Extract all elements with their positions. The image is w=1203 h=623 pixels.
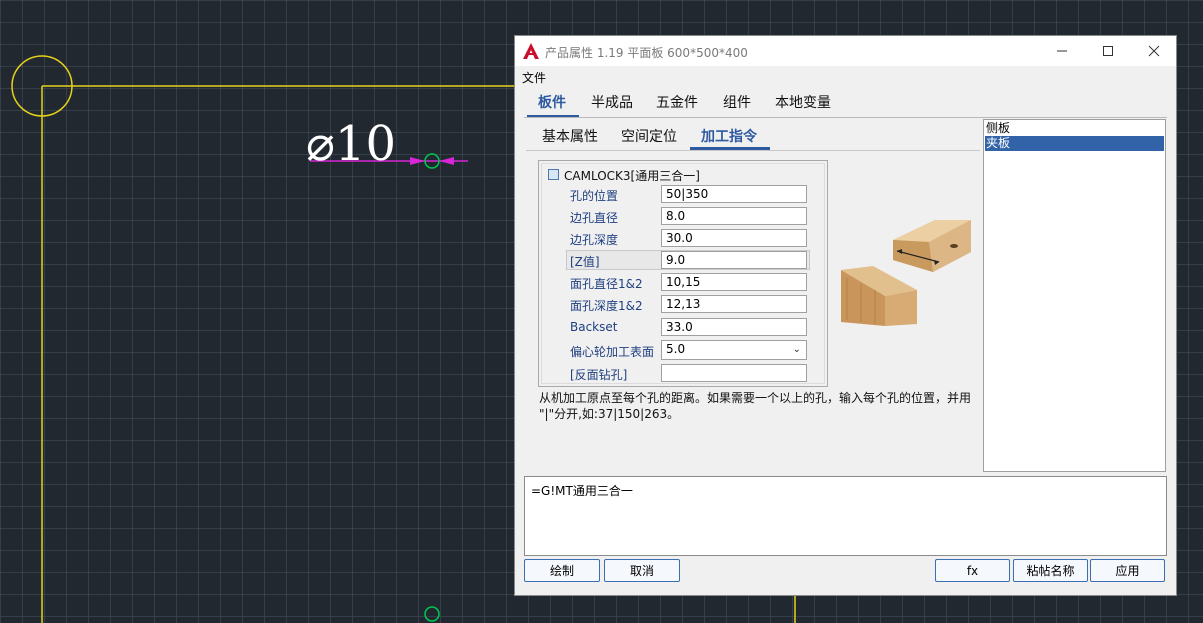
property-row: 偏心轮加工表面 5.0 ⌄ <box>542 340 826 362</box>
property-label: 孔的位置 <box>570 189 619 203</box>
menu-bar: 文件 <box>515 66 1176 88</box>
panel-list[interactable]: 侧板 夹板 <box>983 119 1166 472</box>
tab-divider <box>524 117 1167 118</box>
chevron-down-icon: ⌄ <box>792 344 801 355</box>
tab-panel[interactable]: 板件 <box>538 92 566 112</box>
property-row: 边孔深度 30.0 <box>542 228 826 250</box>
property-grid: CAMLOCK3[通用三合一] 孔的位置 50|350 边孔直径 8.0 边孔深… <box>538 160 828 387</box>
property-row: 面孔深度1&2 12,13 <box>542 294 826 316</box>
minimize-icon <box>1057 50 1067 52</box>
cancel-button[interactable]: 取消 <box>604 559 680 582</box>
group-checkbox[interactable] <box>548 169 559 180</box>
close-button[interactable] <box>1131 36 1177 66</box>
property-label: Backset <box>570 320 618 334</box>
property-group-title: CAMLOCK3[通用三合一] <box>564 169 700 183</box>
tab-assembly[interactable]: 组件 <box>723 92 751 112</box>
title-bar[interactable]: 产品属性 1.19 平面板 600*500*400 <box>515 36 1176 66</box>
property-value-face-hole-depth[interactable]: 12,13 <box>661 295 807 313</box>
property-hint: 从机加工原点至每个孔的距离。如果需要一个以上的孔，输入每个孔的位置，并用 "|"… <box>539 391 972 421</box>
property-label: 偏心轮加工表面 <box>570 345 655 359</box>
tab-local-variables[interactable]: 本地变量 <box>775 92 831 112</box>
property-label: 面孔深度1&2 <box>570 299 643 313</box>
property-value-face-hole-diameter[interactable]: 10,15 <box>661 273 807 291</box>
subtab-spatial-positioning[interactable]: 空间定位 <box>621 126 677 146</box>
property-row: 面孔直径1&2 10,15 <box>542 272 826 294</box>
tab-hardware[interactable]: 五金件 <box>656 92 698 112</box>
product-properties-dialog: 产品属性 1.19 平面板 600*500*400 文件 板件 半成品 五金件 … <box>514 35 1177 596</box>
property-grid-inner: CAMLOCK3[通用三合一] 孔的位置 50|350 边孔直径 8.0 边孔深… <box>541 163 825 384</box>
dropdown-value: 5.0 <box>666 342 686 356</box>
window-title: 产品属性 1.19 平面板 600*500*400 <box>545 46 748 60</box>
property-label: [反面钻孔] <box>570 368 628 382</box>
property-row: 孔的位置 50|350 <box>542 184 826 206</box>
property-value-backset[interactable]: 33.0 <box>661 318 807 336</box>
fx-button[interactable]: fx <box>935 559 1010 582</box>
draw-button[interactable]: 绘制 <box>524 559 600 582</box>
cad-dimension-text: ⌀10 <box>306 116 396 172</box>
menu-file[interactable]: 文件 <box>522 69 546 86</box>
autocad-logo-icon <box>523 43 539 59</box>
property-value-hole-position[interactable]: 50|350 <box>661 185 807 203</box>
cad-arrow-right <box>439 157 454 165</box>
property-label: [Z值] <box>570 255 600 269</box>
subtab-machining-instructions[interactable]: 加工指令 <box>701 126 757 146</box>
cad-hole-circle-bottom <box>424 606 440 622</box>
property-value-edge-hole-diameter[interactable]: 8.0 <box>661 207 807 225</box>
close-icon <box>1148 45 1160 57</box>
apply-button[interactable]: 应用 <box>1090 559 1165 582</box>
tab-semi-finished[interactable]: 半成品 <box>591 92 633 112</box>
subtab-divider <box>526 150 980 151</box>
cad-arrow-left <box>410 157 425 165</box>
camlock-preview-image <box>841 220 971 326</box>
property-label: 边孔直径 <box>570 211 619 225</box>
property-label: 面孔直径1&2 <box>570 277 643 291</box>
property-row: 边孔直径 8.0 <box>542 206 826 228</box>
property-row: [反面钻孔] <box>542 363 826 385</box>
maximize-button[interactable] <box>1085 36 1131 66</box>
subtab-basic-properties[interactable]: 基本属性 <box>542 126 598 146</box>
list-item[interactable]: 侧板 <box>985 121 1164 136</box>
property-row: Backset 33.0 <box>542 317 826 339</box>
property-value-edge-hole-depth[interactable]: 30.0 <box>661 229 807 247</box>
paste-name-button[interactable]: 粘帖名称 <box>1013 559 1088 582</box>
maximize-icon <box>1103 46 1113 56</box>
property-dropdown-cam-surface[interactable]: 5.0 ⌄ <box>661 340 807 360</box>
formula-textarea[interactable]: =G!MT通用三合一 <box>524 476 1167 556</box>
minimize-button[interactable] <box>1039 36 1085 66</box>
property-value-z[interactable]: 9.0 <box>661 251 807 269</box>
property-label: 边孔深度 <box>570 233 619 247</box>
property-row-selected: [Z值] 9.0 <box>542 250 826 272</box>
list-item-selected[interactable]: 夹板 <box>985 136 1164 151</box>
property-value-reverse-drill[interactable] <box>661 364 807 382</box>
